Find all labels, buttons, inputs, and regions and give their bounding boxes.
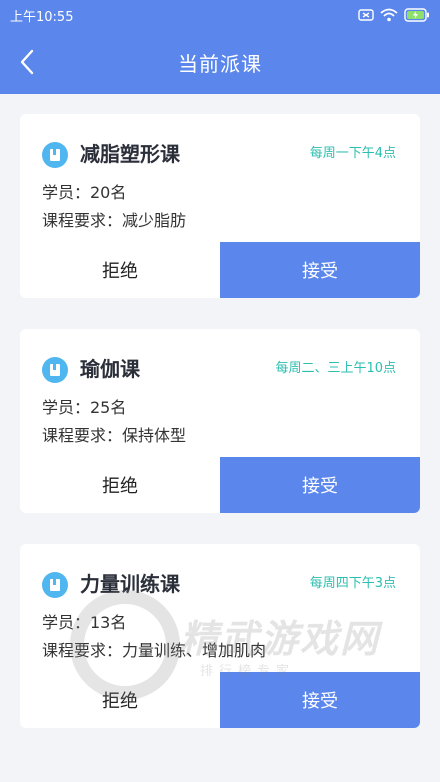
course-students: 学员：25名 — [42, 398, 127, 417]
course-students: 学员：13名 — [42, 613, 127, 632]
notification-off-icon — [358, 9, 374, 21]
course-name: 力量训练课 — [80, 572, 180, 596]
course-schedule: 每周二、三上午10点 — [275, 361, 396, 376]
course-card-header: 瑜伽课 每周二、三上午10点 — [42, 355, 396, 383]
battery-charging-icon — [404, 8, 429, 22]
app-header: 上午10:55 当前派课 — [0, 0, 440, 94]
course-book-icon — [42, 357, 68, 383]
course-schedule: 每周一下午4点 — [309, 146, 396, 161]
course-name: 瑜伽课 — [80, 357, 140, 381]
nav-bar: 当前派课 — [0, 30, 440, 94]
accept-button[interactable]: 接受 — [220, 242, 420, 298]
page-title: 当前派课 — [178, 52, 262, 76]
course-requirement: 课程要求：减少脂肪 — [42, 211, 187, 230]
course-card-actions: 拒绝 接受 — [20, 457, 420, 513]
course-schedule: 每周四下午3点 — [309, 576, 396, 591]
course-students: 学员：20名 — [42, 183, 127, 202]
course-card-header: 力量训练课 每周四下午3点 — [42, 570, 396, 598]
course-card: 力量训练课 每周四下午3点 学员：13名 课程要求：力量训练、增加肌肉 拒绝 接… — [20, 544, 420, 728]
course-book-icon — [42, 142, 68, 168]
course-card-actions: 拒绝 接受 — [20, 242, 420, 298]
wifi-icon — [380, 8, 398, 22]
status-time: 上午10:55 — [10, 9, 74, 25]
course-requirement: 课程要求：力量训练、增加肌肉 — [42, 641, 267, 660]
course-name: 减脂塑形课 — [80, 142, 180, 166]
reject-button[interactable]: 拒绝 — [20, 457, 220, 513]
status-icons — [358, 8, 430, 22]
course-requirement: 课程要求：保持体型 — [42, 426, 187, 445]
course-card-header: 减脂塑形课 每周一下午4点 — [42, 140, 396, 168]
reject-button[interactable]: 拒绝 — [20, 672, 220, 728]
accept-button[interactable]: 接受 — [220, 457, 420, 513]
accept-button[interactable]: 接受 — [220, 672, 420, 728]
status-bar: 上午10:55 — [0, 0, 440, 30]
course-card-actions: 拒绝 接受 — [20, 672, 420, 728]
reject-button[interactable]: 拒绝 — [20, 242, 220, 298]
course-book-icon — [42, 572, 68, 598]
course-card: 瑜伽课 每周二、三上午10点 学员：25名 课程要求：保持体型 拒绝 接受 — [20, 329, 420, 513]
course-card: 减脂塑形课 每周一下午4点 学员：20名 课程要求：减少脂肪 拒绝 接受 — [20, 114, 420, 298]
